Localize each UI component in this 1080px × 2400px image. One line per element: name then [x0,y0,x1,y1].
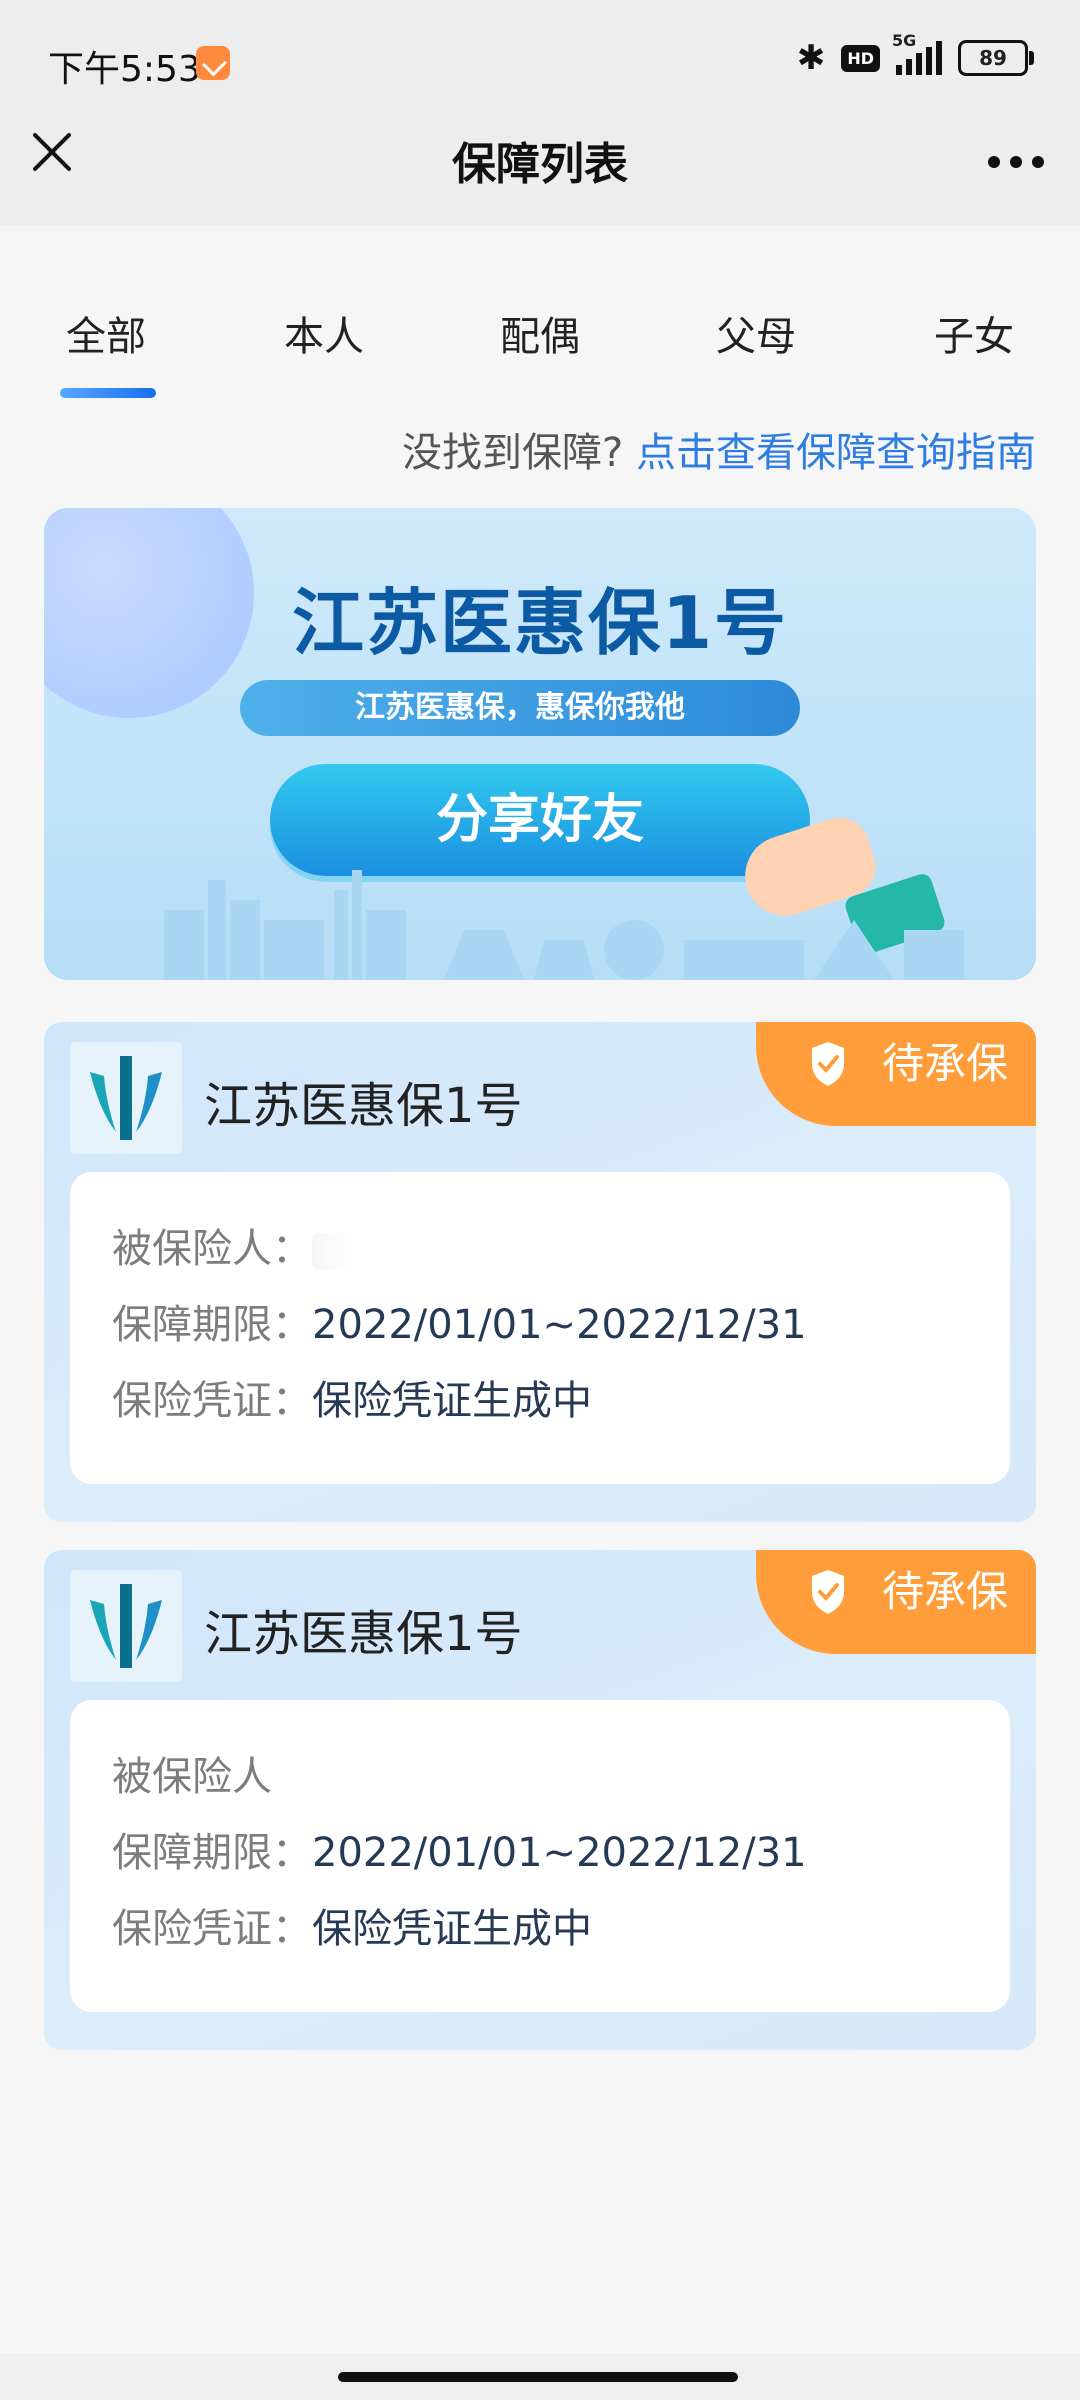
tab-self[interactable]: 本人 [284,304,364,362]
page-title: 保障列表 [452,139,628,190]
insured-label: 被保险人： [112,1226,312,1272]
banner-slogan: 江苏医惠保，惠保你我他 [240,680,800,736]
certificate-label: 保险凭证： [112,1906,312,1952]
certificate-label: 保险凭证： [112,1378,312,1424]
home-indicator[interactable] [338,2372,738,2382]
status-time: 下午5:53 [48,49,201,90]
status-badge-label: 待承保 [881,1039,1008,1088]
status-badge: 待承保 [756,1550,1036,1654]
query-guide-link[interactable]: 点击查看保障查询指南 [636,430,1036,476]
certificate-row: 保险凭证：保险凭证生成中 [112,1368,592,1426]
jiangsu-yihuibao-logo [70,1570,182,1682]
status-badge-label: 待承保 [881,1567,1008,1616]
status-indicators: ✱ HD 5G 89 [796,31,1034,78]
insured-row: 被保险人 [112,1744,272,1802]
insured-label: 被保险人 [112,1754,272,1800]
period-label: 保障期限： [112,1830,312,1876]
shield-check-icon [812,1042,844,1086]
tab-spouse[interactable]: 配偶 [500,304,580,362]
policy-card[interactable]: 江苏医惠保1号 待承保 被保险人 保障期限：2022/01/01~2022/12… [44,1550,1036,2050]
tab-bar: 全部 本人 配偶 父母 子女 [0,226,1080,416]
more-options-icon[interactable] [988,156,1044,168]
network-type: 5G [892,31,917,50]
jiangsu-yihuibao-logo [70,1042,182,1154]
certificate-value: 保险凭证生成中 [312,1378,592,1424]
hint-question: 没找到保障? [402,430,624,476]
signal-icon: 5G [892,31,942,75]
policy-details: 被保险人： 保障期限：2022/01/01~2022/12/31 保险凭证：保险… [70,1172,1010,1484]
policy-title: 江苏医惠保1号 [204,1606,523,1662]
policy-card[interactable]: 江苏医惠保1号 待承保 被保险人： 保障期限：2022/01/01~2022/1… [44,1022,1036,1522]
health-app-icon [196,46,230,80]
certificate-row: 保险凭证：保险凭证生成中 [112,1896,592,1954]
insured-row: 被保险人： [112,1216,352,1274]
nav-bar: 保障列表 [0,98,1080,226]
tab-children[interactable]: 子女 [934,304,1014,362]
tab-parents[interactable]: 父母 [716,304,796,362]
period-row: 保障期限：2022/01/01~2022/12/31 [112,1292,807,1350]
search-hint: 没找到保障? 点击查看保障查询指南 [402,420,1036,478]
hd-badge: HD [841,44,880,72]
promo-banner[interactable]: 江苏医惠保1号 江苏医惠保，惠保你我他 分享好友 [44,508,1036,980]
certificate-value: 保险凭证生成中 [312,1906,592,1952]
policy-details: 被保险人 保障期限：2022/01/01~2022/12/31 保险凭证：保险凭… [70,1700,1010,2012]
period-value: 2022/01/01~2022/12/31 [312,1830,807,1876]
city-skyline-illustration [164,870,964,980]
battery-icon: 89 [958,40,1034,76]
period-label: 保障期限： [112,1302,312,1348]
redacted-blur [312,1233,352,1269]
period-value: 2022/01/01~2022/12/31 [312,1302,807,1348]
bluetooth-icon: ✱ [796,38,826,78]
policy-title: 江苏医惠保1号 [204,1078,523,1134]
share-friends-button[interactable]: 分享好友 [270,764,810,876]
tab-all[interactable]: 全部 [66,304,146,362]
banner-title: 江苏医惠保1号 [291,581,789,665]
status-badge: 待承保 [756,1022,1036,1126]
period-row: 保障期限：2022/01/01~2022/12/31 [112,1820,807,1878]
active-tab-indicator [60,388,156,398]
shield-check-icon [812,1570,844,1614]
